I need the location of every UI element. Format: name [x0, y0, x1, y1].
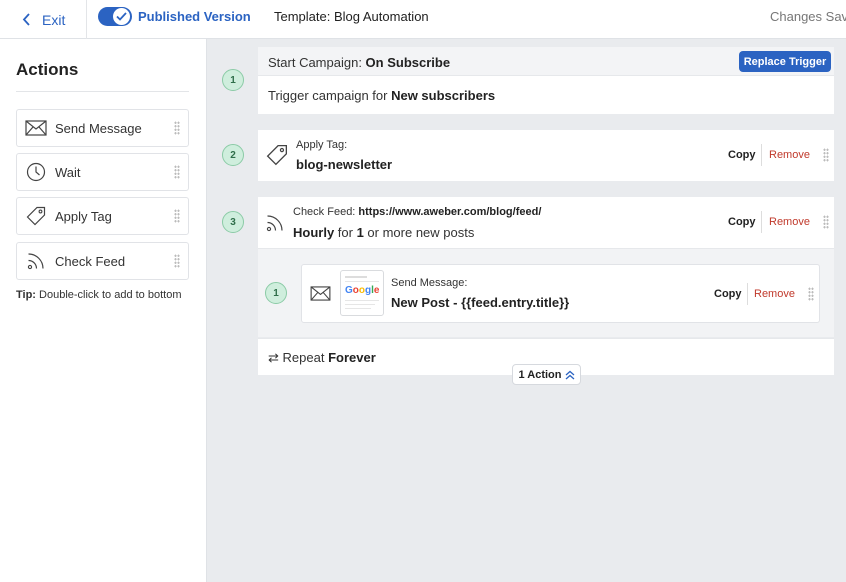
tag-name: blog-newsletter [296, 157, 393, 172]
sidebar-item-label: Send Message [55, 120, 142, 136]
collapse-actions-pill[interactable]: 1 Action [512, 364, 581, 385]
apply-tag-heading: Apply Tag: [296, 139, 348, 151]
divider [761, 144, 762, 166]
actions-sidebar: Actions Send Message Wait Apply Tag Chec… [0, 39, 207, 582]
replace-trigger-button[interactable]: Replace Trigger [739, 51, 831, 72]
feed-url: https://www.aweber.com/blog/feed/ [358, 206, 542, 218]
divider [747, 283, 748, 305]
rss-icon [17, 252, 55, 270]
step-number-badge: 3 [222, 211, 244, 233]
save-status: Changes Sav [770, 9, 846, 24]
send-message-heading: Send Message: [391, 277, 468, 289]
trigger-description: Trigger campaign for New subscribers [268, 88, 495, 103]
trigger-body-prefix: Trigger campaign for [268, 88, 392, 103]
tip-body: Double-click to add to bottom [35, 289, 182, 301]
trigger-heading: Start Campaign: On Subscribe [268, 55, 450, 70]
remove-button[interactable]: Remove [754, 288, 795, 300]
template-title: Template: Blog Automation [274, 9, 429, 24]
sidebar-item-check-feed[interactable]: Check Feed [16, 242, 189, 280]
copy-button[interactable]: Copy [714, 288, 742, 300]
clock-icon [17, 162, 55, 182]
message-subject: New Post - {{feed.entry.title}} [391, 295, 570, 310]
apply-tag-card[interactable]: Apply Tag: blog-newsletter Copy Remove [258, 130, 834, 181]
drag-handle-icon[interactable] [174, 121, 180, 135]
rss-icon [266, 214, 284, 237]
trigger-event: On Subscribe [365, 55, 451, 70]
check-feed-prefix: Check Feed: [293, 206, 359, 218]
drag-handle-icon[interactable] [808, 287, 814, 301]
feed-schedule: Hourly for 1 or more new posts [293, 225, 474, 240]
step-number-badge: 1 [265, 282, 287, 304]
published-version-label[interactable]: Published Version [138, 9, 251, 24]
envelope-icon [310, 286, 331, 306]
trigger-audience: New subscribers [391, 88, 496, 103]
drag-handle-icon[interactable] [174, 165, 180, 179]
exit-label: Exit [42, 11, 66, 28]
sidebar-item-send-message[interactable]: Send Message [16, 109, 189, 147]
feed-mid-text: for [334, 225, 357, 240]
divider [761, 211, 762, 233]
drag-handle-icon[interactable] [823, 148, 829, 162]
repeat-prefix: Repeat [278, 350, 329, 365]
drag-handle-icon[interactable] [823, 215, 829, 229]
sidebar-title: Actions [16, 60, 79, 79]
send-message-card[interactable]: Google Send Message: New Post - {{feed.e… [301, 264, 820, 323]
check-icon [113, 8, 130, 25]
remove-button[interactable]: Remove [769, 149, 810, 161]
exit-button[interactable]: Exit [0, 0, 87, 39]
feed-suffix: or more new posts [363, 225, 475, 240]
feed-count: 1 [356, 225, 364, 240]
step-number-badge: 1 [222, 69, 244, 91]
tag-icon [17, 206, 55, 226]
remove-button[interactable]: Remove [769, 216, 810, 228]
tag-icon [266, 144, 288, 171]
google-logo: Google [345, 285, 380, 296]
sidebar-item-label: Apply Tag [55, 208, 112, 224]
chevron-up-icon [565, 370, 574, 379]
sidebar-item-label: Check Feed [55, 253, 126, 269]
check-feed-heading: Check Feed: https://www.aweber.com/blog/… [293, 206, 541, 218]
drag-handle-icon[interactable] [174, 209, 180, 223]
divider [16, 91, 189, 92]
chevron-left-icon [22, 13, 30, 26]
action-count: 1 Action [518, 368, 562, 381]
tip-text: Tip: Double-click to add to bottom [16, 289, 182, 301]
step-number-badge: 2 [222, 144, 244, 166]
envelope-icon [17, 120, 55, 136]
message-thumbnail: Google [340, 270, 384, 316]
tip-label: Tip: [16, 289, 36, 301]
sidebar-item-label: Wait [55, 164, 81, 180]
published-toggle[interactable] [98, 7, 132, 26]
feed-frequency: Hourly [293, 225, 335, 240]
copy-button[interactable]: Copy [728, 216, 756, 228]
sidebar-item-wait[interactable]: Wait [16, 153, 189, 191]
repeat-icon: ⇄ [268, 350, 279, 365]
drag-handle-icon[interactable] [174, 254, 180, 268]
top-bar: Exit Published Version Template: Blog Au… [0, 0, 846, 39]
repeat-value: Forever [328, 350, 376, 365]
repeat-setting: ⇄ Repeat Forever [268, 350, 376, 366]
copy-button[interactable]: Copy [728, 149, 756, 161]
trigger-card-body[interactable]: Trigger campaign for New subscribers [258, 76, 834, 114]
trigger-heading-prefix: Start Campaign: [268, 55, 366, 70]
sidebar-item-apply-tag[interactable]: Apply Tag [16, 197, 189, 235]
check-feed-card[interactable]: Check Feed: https://www.aweber.com/blog/… [258, 197, 834, 249]
